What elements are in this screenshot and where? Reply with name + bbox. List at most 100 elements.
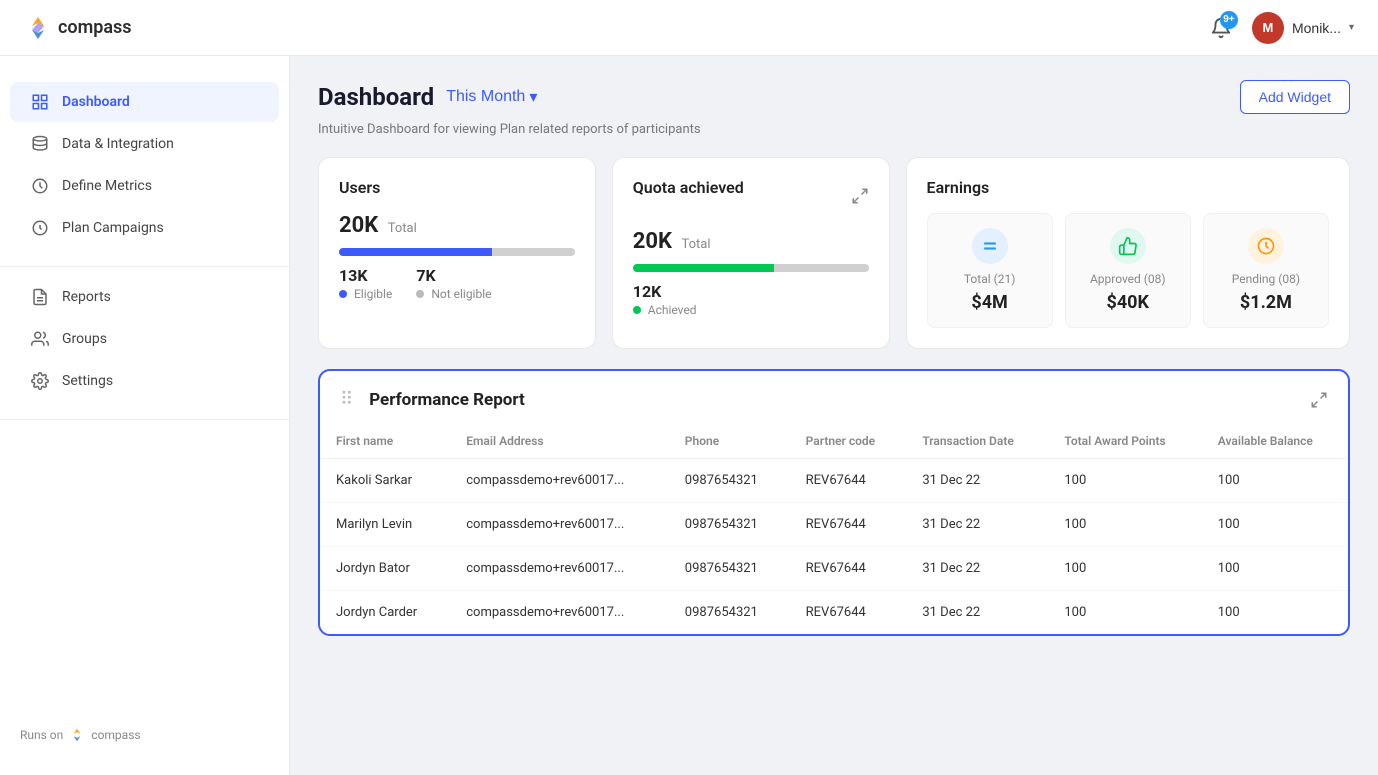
not-eligible-dot — [416, 290, 424, 298]
col-transaction-date: Transaction Date — [906, 424, 1048, 459]
groups-icon — [30, 329, 50, 349]
footer-compass-icon — [69, 727, 85, 743]
quota-total-number: 20K — [633, 229, 672, 254]
table-cell-4: 31 Dec 22 — [906, 459, 1048, 503]
earnings-approved-amount: $40K — [1076, 292, 1180, 313]
user-avatar: M — [1252, 12, 1284, 44]
users-eligible-count: 13K — [339, 266, 392, 285]
chevron-down-icon: ▾ — [1349, 22, 1354, 33]
earnings-approved-item: Approved (08) $40K — [1065, 213, 1191, 328]
sidebar-item-reports[interactable]: Reports — [10, 277, 279, 317]
eligible-dot — [339, 290, 347, 298]
performance-table-head: First name Email Address Phone Partner c… — [320, 424, 1348, 459]
earnings-pending-amount: $1.2M — [1214, 292, 1318, 313]
quota-total: 20K Total — [633, 229, 869, 254]
sidebar-item-campaigns-label: Plan Campaigns — [62, 220, 164, 236]
users-eligible-label: Eligible — [339, 287, 392, 301]
earnings-grid: Total (21) $4M Approved (08) $40K — [927, 213, 1329, 328]
sidebar-item-dashboard[interactable]: Dashboard — [10, 82, 279, 122]
users-total-label: Total — [388, 221, 417, 236]
performance-expand-icon[interactable] — [1310, 391, 1328, 409]
table-cell-2: 0987654321 — [669, 503, 790, 547]
widget-row: Users 20K Total 13K Eligible — [318, 157, 1350, 349]
notification-badge: 9+ — [1220, 11, 1238, 29]
table-row: Marilyn Levincompassdemo+rev60017...0987… — [320, 503, 1348, 547]
users-progress-bar — [339, 248, 575, 256]
sidebar-item-plan-campaigns[interactable]: Plan Campaigns — [10, 208, 279, 248]
add-widget-button[interactable]: Add Widget — [1240, 80, 1350, 114]
table-row: Kakoli Sarkarcompassdemo+rev60017...0987… — [320, 459, 1348, 503]
users-not-eligible-item: 7K Not eligible — [416, 266, 491, 301]
sidebar-item-define-metrics[interactable]: Define Metrics — [10, 166, 279, 206]
perf-title-group: ⠿ Performance Report — [340, 389, 525, 410]
earnings-card-title: Earnings — [927, 178, 1329, 197]
sidebar-item-settings-label: Settings — [62, 373, 113, 389]
sidebar-item-dashboard-label: Dashboard — [62, 94, 130, 110]
earnings-total-item: Total (21) $4M — [927, 213, 1053, 328]
table-cell-3: REV67644 — [790, 591, 907, 635]
users-total: 20K Total — [339, 213, 575, 238]
users-eligible-item: 13K Eligible — [339, 266, 392, 301]
sidebar-item-metrics-label: Define Metrics — [62, 178, 152, 194]
page-header: Dashboard This Month ▾ Add Widget — [318, 80, 1350, 114]
achieved-dot — [633, 306, 641, 314]
sidebar-item-reports-label: Reports — [62, 289, 111, 305]
period-selector-button[interactable]: This Month ▾ — [446, 87, 537, 107]
table-cell-5: 100 — [1048, 459, 1201, 503]
table-cell-1: compassdemo+rev60017... — [450, 459, 669, 503]
table-cell-4: 31 Dec 22 — [906, 547, 1048, 591]
quota-achieved-count: 12K — [633, 282, 697, 301]
logo: compass — [24, 14, 132, 42]
footer-runs-on: Runs on — [20, 728, 63, 742]
quota-achieved-label: Achieved — [633, 303, 697, 317]
users-card-title: Users — [339, 178, 575, 197]
sidebar-item-groups-label: Groups — [62, 331, 107, 347]
col-email: Email Address — [450, 424, 669, 459]
table-cell-3: REV67644 — [790, 547, 907, 591]
table-cell-2: 0987654321 — [669, 591, 790, 635]
performance-report-title: Performance Report — [369, 390, 525, 410]
page-title-row: Dashboard This Month ▾ — [318, 83, 537, 111]
user-menu-button[interactable]: M Monik... ▾ — [1252, 12, 1354, 44]
quota-stat-row: 12K Achieved — [633, 282, 869, 317]
quota-achieved-item: 12K Achieved — [633, 282, 697, 317]
earnings-card: Earnings Total (21) $4M — [906, 157, 1350, 349]
compass-logo-icon — [24, 14, 52, 42]
table-row: Jordyn Cardercompassdemo+rev60017...0987… — [320, 591, 1348, 635]
table-cell-1: compassdemo+rev60017... — [450, 503, 669, 547]
users-not-eligible-bar — [492, 248, 575, 256]
table-cell-5: 100 — [1048, 547, 1201, 591]
logo-text: compass — [58, 17, 132, 38]
table-cell-5: 100 — [1048, 503, 1201, 547]
earnings-total-label: Total (21) — [938, 272, 1042, 286]
quota-total-label: Total — [681, 237, 710, 252]
table-cell-2: 0987654321 — [669, 547, 790, 591]
sidebar-footer: Runs on compass — [0, 711, 289, 759]
notifications-button[interactable]: 9+ — [1206, 13, 1236, 43]
quota-expand-icon[interactable] — [851, 187, 869, 205]
earnings-total-amount: $4M — [938, 292, 1042, 313]
col-first-name: First name — [320, 424, 450, 459]
performance-table: First name Email Address Phone Partner c… — [320, 424, 1348, 634]
sidebar-item-data-integration[interactable]: Data & Integration — [10, 124, 279, 164]
sidebar-item-settings[interactable]: Settings — [10, 361, 279, 401]
col-phone: Phone — [669, 424, 790, 459]
quota-rest-bar — [774, 264, 868, 272]
drag-handle-icon[interactable]: ⠿ — [340, 389, 353, 410]
performance-table-body: Kakoli Sarkarcompassdemo+rev60017...0987… — [320, 459, 1348, 635]
users-card: Users 20K Total 13K Eligible — [318, 157, 596, 349]
earnings-approved-label: Approved (08) — [1076, 272, 1180, 286]
earnings-pending-item: Pending (08) $1.2M — [1203, 213, 1329, 328]
users-stat-row: 13K Eligible 7K Not eligible — [339, 266, 575, 301]
table-cell-4: 31 Dec 22 — [906, 591, 1048, 635]
users-not-eligible-label: Not eligible — [416, 287, 491, 301]
table-cell-6: 100 — [1202, 547, 1348, 591]
col-award-points: Total Award Points — [1048, 424, 1201, 459]
performance-report-card: ⠿ Performance Report First name Email Ad… — [318, 369, 1350, 636]
performance-report-header: ⠿ Performance Report — [320, 371, 1348, 424]
period-chevron-icon: ▾ — [529, 87, 537, 107]
quota-card: Quota achieved 20K Total 12K — [612, 157, 890, 349]
table-row: Jordyn Batorcompassdemo+rev60017...09876… — [320, 547, 1348, 591]
sidebar-item-groups[interactable]: Groups — [10, 319, 279, 359]
table-cell-1: compassdemo+rev60017... — [450, 591, 669, 635]
